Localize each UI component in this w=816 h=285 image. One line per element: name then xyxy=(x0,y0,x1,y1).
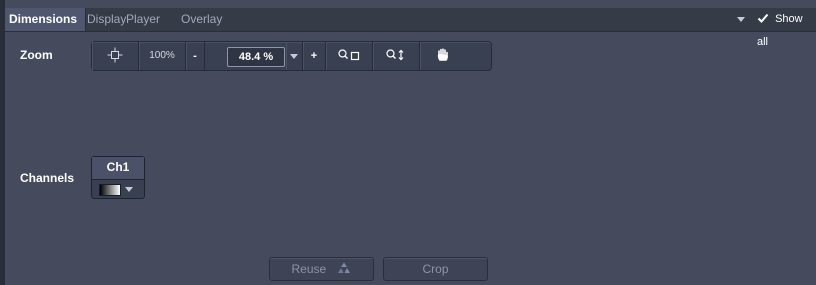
zoom-in-button[interactable]: + xyxy=(303,42,326,70)
channel-name[interactable]: Ch1 xyxy=(92,157,144,180)
zoom-dropdown[interactable] xyxy=(286,42,303,70)
hand-icon xyxy=(437,48,448,61)
tab-overlay[interactable]: Overlay xyxy=(177,8,226,31)
show-all-toggle[interactable]: Show all xyxy=(757,8,816,48)
zoom-toolbar: 100% - 48.4 % + xyxy=(91,41,492,71)
channels-label: Channels xyxy=(20,171,75,185)
tab-player[interactable]: Player xyxy=(122,8,164,31)
zoom-vertical-icon xyxy=(386,49,404,61)
crosshair-move-icon xyxy=(107,47,123,63)
chevron-down-icon xyxy=(290,54,298,59)
zoom-out-button[interactable]: - xyxy=(186,42,205,70)
tab-bar: Dimensions Display Player Overlay Show a… xyxy=(5,8,816,48)
reuse-button[interactable]: Reuse xyxy=(269,257,374,281)
zoom-label: Zoom xyxy=(20,48,53,62)
checkmark-icon xyxy=(757,13,769,23)
crop-button[interactable]: Crop xyxy=(383,257,488,281)
recycle-icon xyxy=(337,262,350,273)
panel-edge xyxy=(0,0,5,285)
zoom-rectangle-icon xyxy=(338,49,360,61)
pan-button[interactable] xyxy=(420,42,466,70)
reuse-label: Reuse xyxy=(291,262,327,276)
zoom-value-field[interactable]: 48.4 % xyxy=(227,47,285,67)
zoom-100-button[interactable]: 100% xyxy=(139,42,186,70)
dimensions-panel: Dimensions Display Player Overlay Show a… xyxy=(0,0,816,285)
zoom-rectangle-button[interactable] xyxy=(326,42,373,70)
chevron-down-icon xyxy=(737,17,745,22)
options-dropdown[interactable] xyxy=(737,8,745,31)
tab-dimensions[interactable]: Dimensions xyxy=(5,8,86,31)
channel-card[interactable]: Ch1 xyxy=(91,156,145,199)
lut-gradient-swatch[interactable] xyxy=(99,184,121,196)
fit-to-window-button[interactable] xyxy=(92,42,139,70)
chevron-down-icon[interactable] xyxy=(125,187,133,192)
zoom-vertical-button[interactable] xyxy=(373,42,420,70)
